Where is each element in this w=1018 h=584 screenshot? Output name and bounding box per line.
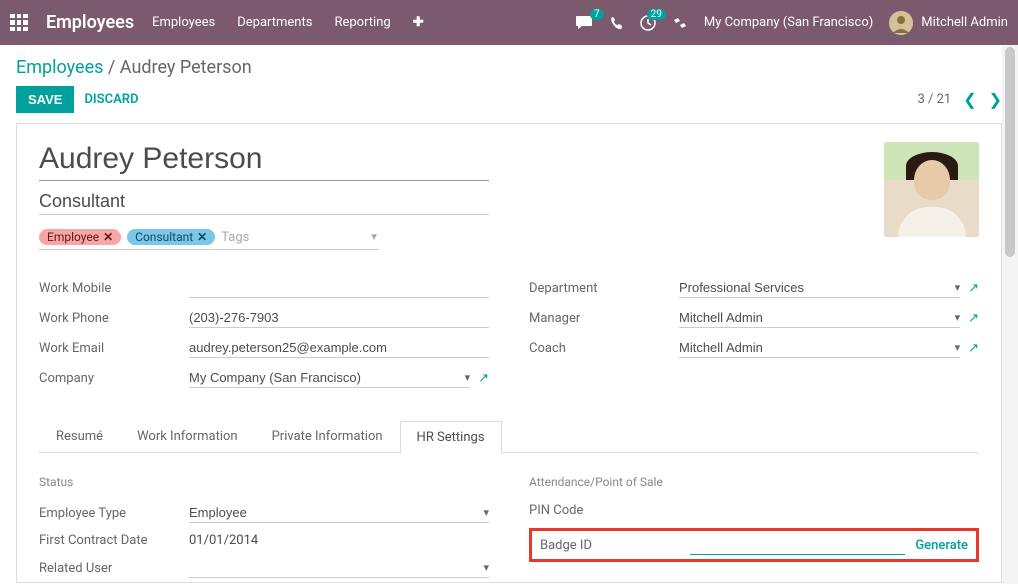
- breadcrumb: Employees / Audrey Peterson: [16, 57, 1002, 78]
- work-email-input[interactable]: [189, 338, 489, 358]
- external-link-icon[interactable]: ↗: [968, 311, 979, 326]
- activity-badge: 29: [647, 9, 666, 20]
- messaging-badge: 7: [590, 9, 604, 20]
- external-link-icon[interactable]: ↗: [968, 341, 979, 356]
- tag-remove-icon[interactable]: ✕: [103, 230, 113, 244]
- tag-employee: Employee ✕: [39, 229, 121, 245]
- first-contract-date-label: First Contract Date: [39, 533, 189, 548]
- pager-prev[interactable]: ❮: [963, 90, 976, 109]
- work-mobile-label: Work Mobile: [39, 281, 189, 296]
- department-input[interactable]: [679, 278, 951, 297]
- department-label: Department: [529, 281, 679, 296]
- external-link-icon[interactable]: ↗: [478, 371, 489, 386]
- employee-type-input[interactable]: [189, 503, 479, 522]
- chevron-down-icon[interactable]: ▾: [955, 281, 961, 294]
- breadcrumb-parent[interactable]: Employees: [16, 57, 103, 78]
- nav-menu-reporting[interactable]: Reporting: [334, 15, 390, 30]
- first-contract-date-value: 01/01/2014: [189, 533, 258, 548]
- external-link-icon[interactable]: ↗: [968, 281, 979, 296]
- tag-remove-icon[interactable]: ✕: [197, 230, 207, 244]
- nav-menu-departments[interactable]: Departments: [237, 15, 312, 30]
- chevron-down-icon[interactable]: ▾: [955, 341, 961, 354]
- employee-photo[interactable]: [884, 142, 979, 237]
- work-phone-input[interactable]: [189, 308, 489, 328]
- chevron-down-icon[interactable]: ▾: [483, 506, 489, 519]
- apps-icon[interactable]: [10, 14, 28, 32]
- tag-consultant: Consultant ✕: [127, 229, 215, 245]
- work-email-label: Work Email: [39, 341, 189, 356]
- nav-menu-add[interactable]: ✚: [413, 15, 424, 30]
- activity-icon[interactable]: 29: [640, 15, 656, 31]
- company-input[interactable]: [189, 368, 461, 387]
- tab-work-information[interactable]: Work Information: [120, 420, 255, 452]
- phone-icon[interactable]: [610, 16, 624, 30]
- related-user-label: Related User: [39, 561, 189, 576]
- save-button[interactable]: SAVE: [16, 86, 74, 113]
- employee-name-input[interactable]: [39, 142, 489, 181]
- nav-menu-employees[interactable]: Employees: [152, 15, 215, 30]
- user-avatar-sm: [889, 11, 913, 35]
- job-title-input[interactable]: [39, 191, 489, 215]
- generate-button[interactable]: Generate: [915, 538, 968, 553]
- user-menu[interactable]: Mitchell Admin: [889, 11, 1008, 35]
- related-user-input[interactable]: [189, 558, 479, 577]
- coach-input[interactable]: [679, 338, 951, 357]
- debug-icon[interactable]: [672, 15, 688, 31]
- manager-label: Manager: [529, 311, 679, 326]
- tab-resume[interactable]: Resumé: [39, 420, 120, 452]
- work-phone-label: Work Phone: [39, 311, 189, 326]
- discard-button[interactable]: DISCARD: [84, 92, 138, 107]
- chevron-down-icon[interactable]: ▼: [369, 232, 379, 243]
- tags-placeholder: Tags: [221, 230, 249, 245]
- pager-text[interactable]: 3 / 21: [917, 92, 951, 107]
- badge-id-highlight: Badge ID Generate: [529, 528, 979, 562]
- pager-next[interactable]: ❯: [989, 90, 1002, 109]
- work-mobile-input[interactable]: [189, 278, 489, 298]
- chevron-down-icon[interactable]: ▾: [465, 371, 471, 384]
- vertical-scrollbar[interactable]: [1002, 45, 1018, 584]
- user-name: Mitchell Admin: [921, 15, 1008, 30]
- app-title: Employees: [46, 12, 134, 33]
- status-section-title: Status: [39, 475, 489, 489]
- employee-type-label: Employee Type: [39, 506, 189, 521]
- badge-id-label: Badge ID: [540, 538, 690, 553]
- pin-code-label: PIN Code: [529, 503, 679, 518]
- company-label: Company: [39, 371, 189, 386]
- tab-hr-settings[interactable]: HR Settings: [400, 421, 502, 453]
- scrollbar-thumb[interactable]: [1005, 47, 1015, 257]
- badge-id-input[interactable]: [690, 535, 905, 555]
- breadcrumb-current: Audrey Peterson: [120, 57, 252, 78]
- messaging-icon[interactable]: 7: [576, 15, 594, 31]
- tab-private-information[interactable]: Private Information: [255, 420, 400, 452]
- company-switcher[interactable]: My Company (San Francisco): [704, 15, 873, 30]
- tags-field[interactable]: Employee ✕ Consultant ✕ Tags ▼: [39, 229, 379, 250]
- coach-label: Coach: [529, 341, 679, 356]
- chevron-down-icon[interactable]: ▾: [483, 561, 489, 574]
- manager-input[interactable]: [679, 308, 951, 327]
- chevron-down-icon[interactable]: ▾: [955, 311, 961, 324]
- attendance-section-title: Attendance/Point of Sale: [529, 475, 979, 489]
